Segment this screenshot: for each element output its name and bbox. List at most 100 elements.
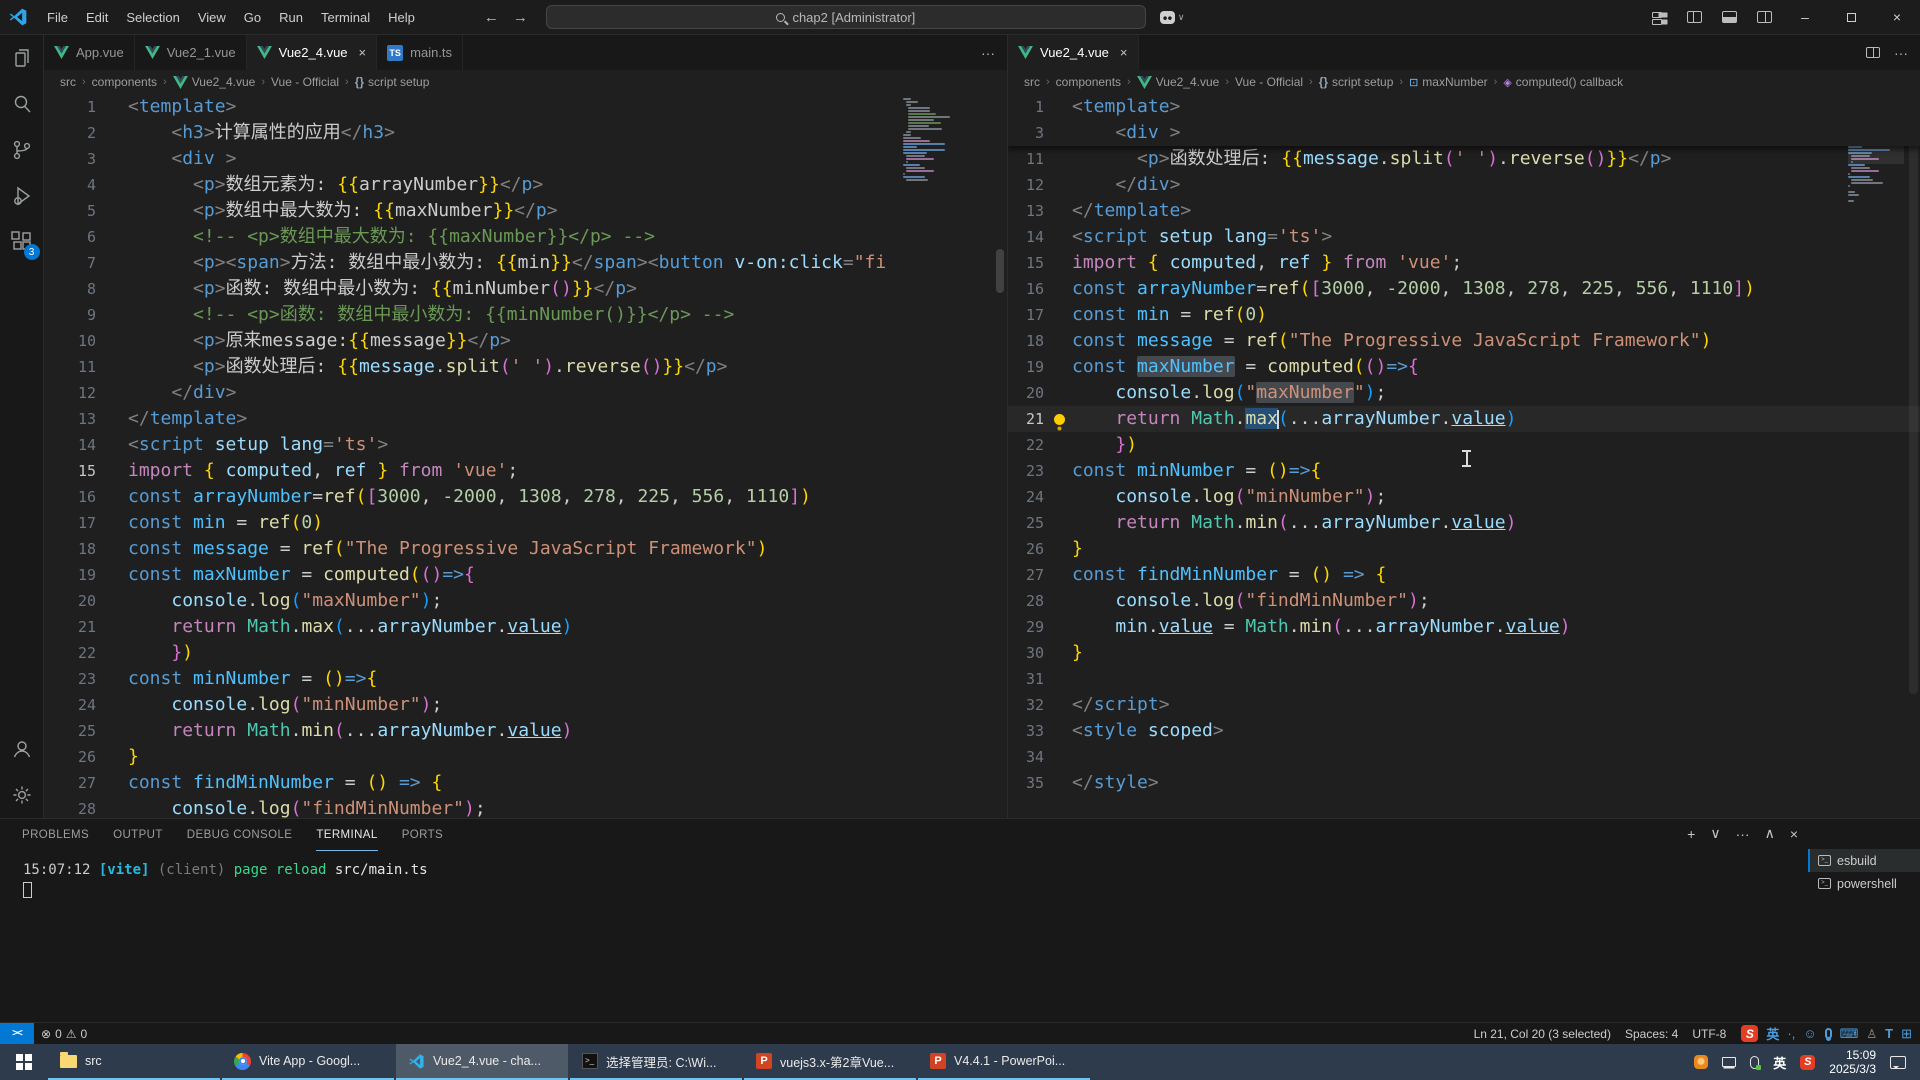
- remote-indicator[interactable]: ><: [0, 1023, 34, 1044]
- code-line-25[interactable]: 25 return Math.min(...arrayNumber.value): [1008, 510, 1920, 536]
- explorer-icon[interactable]: [0, 35, 44, 81]
- menu-terminal[interactable]: Terminal: [312, 0, 379, 34]
- menu-view[interactable]: View: [189, 0, 235, 34]
- taskbar-item-ppt[interactable]: Pvuejs3.x-第2章Vue...: [744, 1044, 916, 1080]
- sogou-logo-icon[interactable]: S: [1741, 1025, 1758, 1042]
- network-icon[interactable]: [1722, 1057, 1736, 1067]
- taskbar-item-vscode[interactable]: Vue2_4.vue - cha...: [396, 1044, 568, 1080]
- indentation-status[interactable]: Spaces: 4: [1618, 1023, 1685, 1044]
- terminal-profile-dropdown-icon[interactable]: ∨: [1710, 825, 1720, 842]
- code-line-28[interactable]: 28 console.log("findMinNumber");: [1008, 588, 1920, 614]
- tab-Vue2_4.vue[interactable]: Vue2_4.vue×: [1008, 35, 1139, 70]
- code-line-10[interactable]: 10 <p>原来message:{{message}}</p>: [44, 328, 1007, 354]
- code-line-14[interactable]: 14<script setup lang='ts'>: [44, 432, 1007, 458]
- menu-run[interactable]: Run: [270, 0, 312, 34]
- code-line-27[interactable]: 27const findMinNumber = () => {: [1008, 562, 1920, 588]
- tray-app-icon[interactable]: [1694, 1055, 1708, 1069]
- code-line-33[interactable]: 33<style scoped>: [1008, 718, 1920, 744]
- code-line-3[interactable]: 3 <div >: [44, 146, 1007, 172]
- code-line-15[interactable]: 15import { computed, ref } from 'vue';: [1008, 250, 1920, 276]
- breadcrumb-item-components[interactable]: components: [1056, 75, 1121, 89]
- punctuation-icon[interactable]: ·,: [1787, 1026, 1795, 1041]
- code-line-18[interactable]: 18const message = ref("The Progressive J…: [44, 536, 1007, 562]
- code-line-25[interactable]: 25 return Math.min(...arrayNumber.value): [44, 718, 1007, 744]
- code-line-1[interactable]: 1<template>: [1008, 94, 1920, 120]
- code-line-8[interactable]: 8 <p>函数: 数组中最小数为: {{minNumber()}}</p>: [44, 276, 1007, 302]
- more-actions-icon[interactable]: ···: [1894, 45, 1908, 61]
- menu-selection[interactable]: Selection: [117, 0, 188, 34]
- code-line-35[interactable]: 35</style>: [1008, 770, 1920, 796]
- cursor-position-status[interactable]: Ln 21, Col 20 (3 selected): [1467, 1023, 1618, 1044]
- code-line-20[interactable]: 20 console.log("maxNumber");: [44, 588, 1007, 614]
- sogou-tray-icon[interactable]: S: [1800, 1055, 1815, 1070]
- menu-file[interactable]: File: [38, 0, 77, 34]
- close-icon[interactable]: ×: [359, 45, 367, 60]
- ime-language-toggle[interactable]: 英: [1766, 1024, 1779, 1043]
- code-line-28[interactable]: 28 console.log("findMinNumber");: [44, 796, 1007, 818]
- microphone-icon[interactable]: [1825, 1028, 1832, 1039]
- account-icon[interactable]: ♙: [1866, 1027, 1877, 1041]
- code-line-27[interactable]: 27const findMinNumber = () => {: [44, 770, 1007, 796]
- code-line-16[interactable]: 16const arrayNumber=ref([3000, -2000, 13…: [44, 484, 1007, 510]
- code-line-22[interactable]: 22 }): [44, 640, 1007, 666]
- code-editor-left[interactable]: 1<template>2 <h3>计算属性的应用</h3>3 <div >4 <…: [44, 94, 1007, 818]
- forward-button[interactable]: →: [513, 9, 528, 26]
- close-icon[interactable]: ×: [1120, 45, 1128, 60]
- code-line-14[interactable]: 14<script setup lang='ts'>: [1008, 224, 1920, 250]
- start-button[interactable]: [0, 1044, 48, 1080]
- source-control-icon[interactable]: [0, 127, 44, 173]
- panel-tab-ports[interactable]: PORTS: [402, 819, 443, 851]
- code-line-21[interactable]: 21 return Math.max(...arrayNumber.value): [1008, 406, 1920, 432]
- scrollbar-slider[interactable]: [1909, 134, 1918, 694]
- skin-icon[interactable]: T: [1885, 1026, 1893, 1041]
- maximize-panel-icon[interactable]: ∧: [1765, 825, 1775, 842]
- toggle-secondary-sidebar-icon[interactable]: [1757, 11, 1772, 23]
- code-line-26[interactable]: 26}: [1008, 536, 1920, 562]
- breadcrumb-item-src[interactable]: src: [1024, 75, 1040, 89]
- panel-tab-debug-console[interactable]: DEBUG CONSOLE: [187, 819, 293, 851]
- search-view-icon[interactable]: [0, 81, 44, 127]
- code-line-30[interactable]: 30}: [1008, 640, 1920, 666]
- encoding-status[interactable]: UTF-8: [1685, 1023, 1733, 1044]
- tab-Vue2_1.vue[interactable]: Vue2_1.vue: [135, 35, 247, 70]
- code-line-19[interactable]: 19const maxNumber = computed(()=>{: [44, 562, 1007, 588]
- minimap[interactable]: [903, 98, 949, 182]
- account-icon[interactable]: [0, 726, 44, 772]
- code-line-23[interactable]: 23const minNumber = ()=>{: [44, 666, 1007, 692]
- clock[interactable]: 15:09 2025/3/3: [1829, 1048, 1876, 1076]
- minimize-button[interactable]: –: [1782, 0, 1828, 35]
- customize-layout-icon[interactable]: [1652, 11, 1667, 24]
- breadcrumb-item-maxnumber[interactable]: ⊡maxNumber: [1409, 75, 1488, 89]
- code-line-1[interactable]: 1<template>: [44, 94, 1007, 120]
- menu-help[interactable]: Help: [379, 0, 424, 34]
- taskbar-item-folder[interactable]: src: [48, 1044, 220, 1080]
- code-line-16[interactable]: 16const arrayNumber=ref([3000, -2000, 13…: [1008, 276, 1920, 302]
- menu-edit[interactable]: Edit: [77, 0, 117, 34]
- code-line-18[interactable]: 18const message = ref("The Progressive J…: [1008, 328, 1920, 354]
- code-line-26[interactable]: 26}: [44, 744, 1007, 770]
- emoji-icon[interactable]: ☺: [1803, 1026, 1816, 1041]
- restore-button[interactable]: [1828, 0, 1874, 35]
- menu-go[interactable]: Go: [235, 0, 270, 34]
- code-line-2[interactable]: 2 <h3>计算属性的应用</h3>: [44, 120, 1007, 146]
- toggle-panel-icon[interactable]: [1722, 11, 1737, 23]
- code-line-9[interactable]: 9 <!-- <p>函数: 数组中最小数为: {{minNumber()}}</…: [44, 302, 1007, 328]
- problems-status[interactable]: ⊗0 ⚠0: [34, 1023, 94, 1044]
- run-debug-icon[interactable]: [0, 173, 44, 219]
- scrollbar-slider[interactable]: [996, 249, 1004, 293]
- code-line-4[interactable]: 4 <p>数组元素为: {{arrayNumber}}</p>: [44, 172, 1007, 198]
- tab-Vue2_4.vue[interactable]: Vue2_4.vue×: [247, 35, 378, 70]
- code-editor-right[interactable]: 1<template>3 <div > 11 <p>函数处理后: {{messa…: [1008, 94, 1920, 818]
- taskbar-item-chrome[interactable]: Vite App - Googl...: [222, 1044, 394, 1080]
- more-actions-icon[interactable]: ···: [981, 45, 995, 61]
- breadcrumb-item-vue2_4.vue[interactable]: Vue2_4.vue: [173, 75, 256, 89]
- back-button[interactable]: ←: [484, 9, 499, 26]
- code-line-17[interactable]: 17const min = ref(0): [1008, 302, 1920, 328]
- close-button[interactable]: ×: [1874, 0, 1920, 35]
- code-line-12[interactable]: 12 </div>: [1008, 172, 1920, 198]
- more-actions-icon[interactable]: ···: [1736, 826, 1750, 842]
- code-line-12[interactable]: 12 </div>: [44, 380, 1007, 406]
- extensions-icon[interactable]: 3: [0, 219, 44, 265]
- split-editor-icon[interactable]: [1866, 47, 1880, 58]
- driver-icon[interactable]: [1750, 1056, 1759, 1069]
